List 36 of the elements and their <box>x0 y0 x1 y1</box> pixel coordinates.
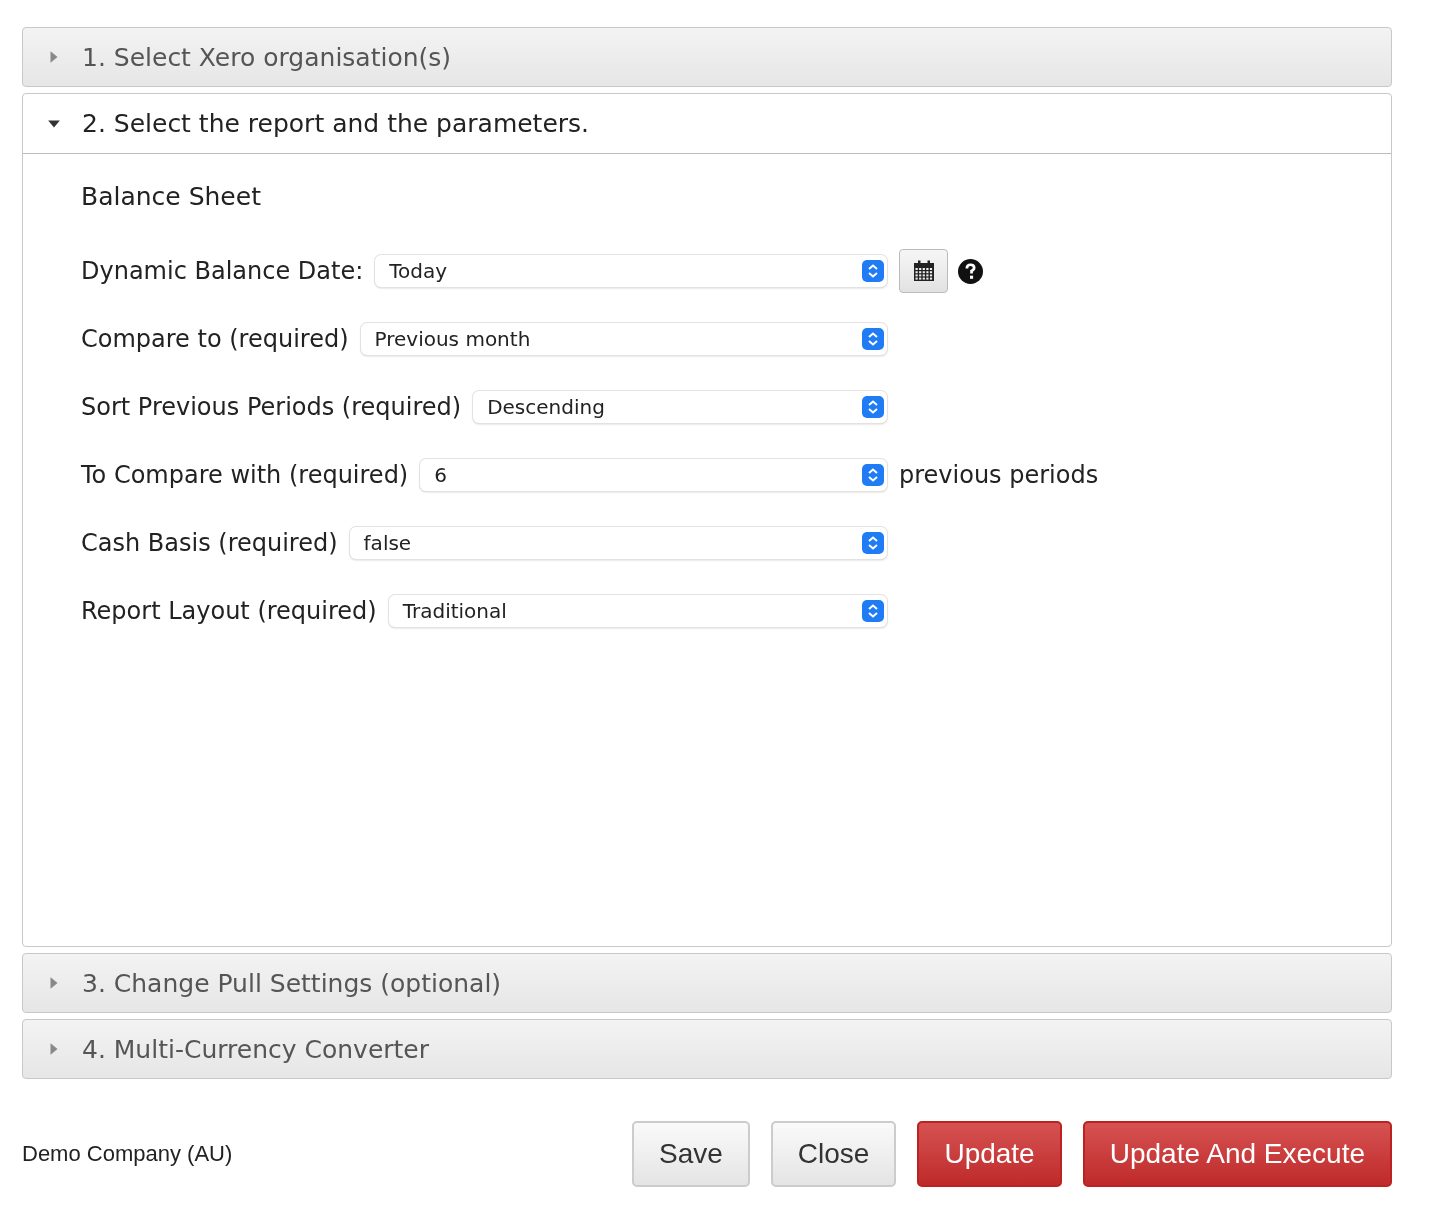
stepper-icon <box>862 260 884 282</box>
field-label: Cash Basis (required) <box>81 529 338 557</box>
field-label: Dynamic Balance Date: <box>81 257 364 285</box>
stepper-icon <box>862 328 884 350</box>
stepper-icon <box>862 464 884 486</box>
help-icon[interactable] <box>958 258 983 284</box>
field-label: Sort Previous Periods (required) <box>81 393 462 421</box>
company-name: Demo Company (AU) <box>22 1141 233 1167</box>
dropdown[interactable]: Traditional <box>388 595 887 627</box>
field-label: Report Layout (required) <box>81 597 377 625</box>
dropdown[interactable]: Descending <box>473 391 887 423</box>
button[interactable]: Close <box>770 1121 897 1187</box>
accordion-header[interactable]: 1. Select Xero organisation(s) <box>23 28 1391 86</box>
accordion-header[interactable]: 3. Change Pull Settings (optional) <box>23 954 1391 1012</box>
field-label: Compare to (required) <box>81 325 349 353</box>
stepper-icon <box>862 532 884 554</box>
field-label: To Compare with (required) <box>81 461 409 489</box>
accordion-header[interactable]: 2. Select the report and the parameters. <box>23 94 1391 154</box>
primary-button[interactable]: Update And Execute <box>1082 1121 1392 1187</box>
stepper-icon <box>862 600 884 622</box>
dropdown[interactable]: Today <box>375 255 887 287</box>
calendar-button[interactable] <box>899 249 948 293</box>
button[interactable]: Save <box>632 1121 750 1187</box>
section-title: 2. Select the report and the parameters. <box>82 109 590 138</box>
calendar-icon <box>911 259 936 283</box>
section-title: 4. Multi-Currency Converter <box>82 1034 430 1064</box>
dropdown[interactable]: Previous month <box>360 323 887 355</box>
section-title: 3. Change Pull Settings (optional) <box>82 968 502 998</box>
dropdown[interactable]: false <box>349 527 887 559</box>
dropdown[interactable]: 6 <box>420 459 887 491</box>
report-name: Balance Sheet <box>81 182 262 211</box>
stepper-icon <box>862 396 884 418</box>
primary-button[interactable]: Update <box>917 1121 1062 1187</box>
accordion-header[interactable]: 4. Multi-Currency Converter <box>23 1020 1391 1078</box>
section-title: 1. Select Xero organisation(s) <box>82 42 452 72</box>
field-suffix: previous periods <box>899 461 1099 489</box>
